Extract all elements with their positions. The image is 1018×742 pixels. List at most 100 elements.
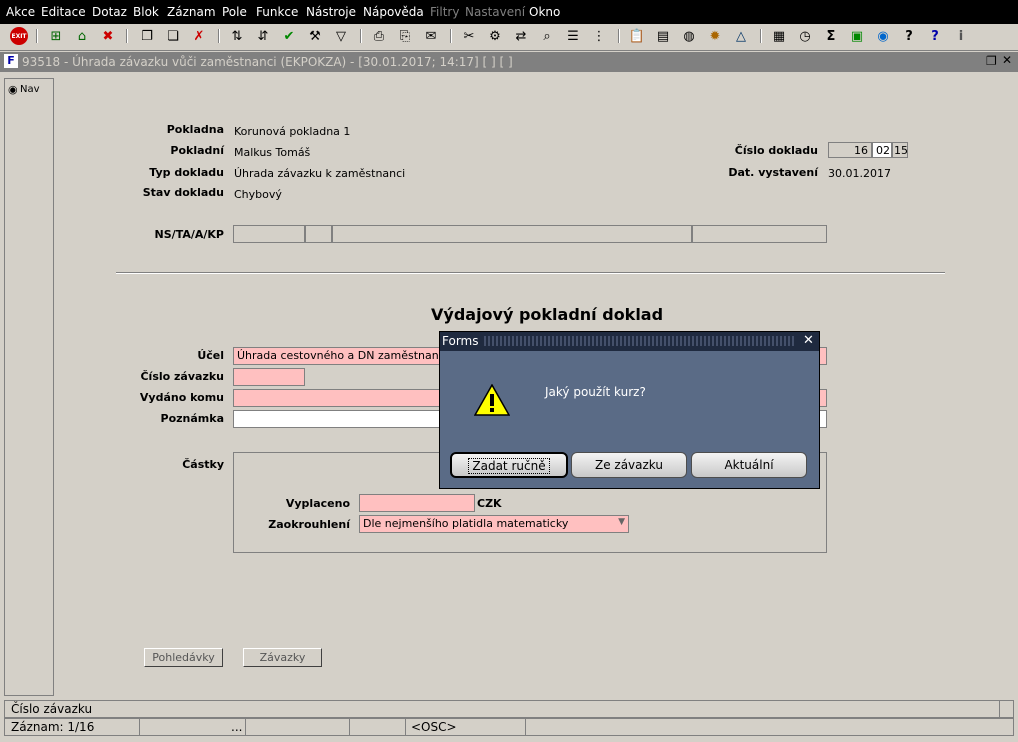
aktualni-button[interactable]: Aktuální [691,452,807,478]
zoom-icon[interactable]: ⌕ [538,27,556,45]
dat-vystaveni-value: 30.01.2017 [828,167,891,180]
cislo-zavazku-field[interactable] [233,368,305,386]
menu-editace[interactable]: Editace [41,5,86,19]
status-divider [405,719,406,735]
chevron-down-icon[interactable]: ▼ [618,517,625,527]
tool-icon[interactable]: ⚙ [486,27,504,45]
info-icon[interactable]: i [952,27,970,45]
menu-dotaz[interactable]: Dotaz [92,5,127,19]
cislo-zavazku-label: Číslo závazku [140,370,224,383]
menu-okno[interactable]: Okno [529,5,560,19]
toolbar-separator [218,29,220,43]
checkmark-icon[interactable]: ✔ [280,27,298,45]
forms-dialog: Forms ✕ Jaký použít kurz? Zadat ručně Ze… [439,331,820,489]
list-icon[interactable]: ☰ [564,27,582,45]
divider [116,272,945,274]
warning-icon [474,384,510,416]
cislo-dokladu-part3[interactable]: 15 [892,142,908,158]
toolbar-separator [126,29,128,43]
castky-label: Částky [182,458,224,471]
menu-akce[interactable]: Akce [6,5,35,19]
pohledavky-button[interactable]: Pohledávky [144,648,223,667]
zaokrouhleni-value: Dle nejmenšího platidla matematicky [363,517,569,530]
sort-asc-icon[interactable]: ⇅ [228,27,246,45]
pokladna-value: Korunová pokladna 1 [234,125,351,138]
status-divider [349,719,350,735]
pokladna-label: Pokladna [166,123,224,136]
export-icon[interactable]: ⇄ [512,27,530,45]
zadat-rucne-button[interactable]: Zadat ručně [450,452,568,478]
menu-blok[interactable]: Blok [133,5,159,19]
delete-record-icon[interactable]: ✖ [99,27,117,45]
close-icon[interactable]: ✕ [803,333,814,348]
typ-value: Úhrada závazku k zaměstnanci [234,167,406,180]
close-window-icon[interactable]: ✕ [1002,53,1012,67]
record-count: Záznam: 1/16 [11,720,95,734]
cislo-dokladu-part1[interactable]: 16 [828,142,872,158]
nav-label[interactable]: Nav [20,84,40,95]
tree-icon[interactable]: ⋮ [590,27,608,45]
form-heading: Výdajový pokladní doklad [431,305,664,324]
status-hint: Číslo závazku [11,702,93,716]
help-icon[interactable]: ? [926,27,944,45]
poznamka-label: Poznámka [160,412,224,425]
help-query-icon[interactable]: ? [900,27,918,45]
window-title: 93518 - Úhrada závazku vůči zaměstnanci … [22,55,513,69]
exit-icon[interactable]: EXIT [10,27,28,45]
zavazky-button[interactable]: Závazky [243,648,322,667]
duplicate-icon[interactable]: ❏ [164,27,182,45]
calendar-icon[interactable]: ▦ [770,27,788,45]
pokladni-value: Malkus Tomáš [234,146,311,159]
save-icon[interactable]: ⌂ [73,27,91,45]
clear-icon[interactable]: ✗ [190,27,208,45]
menu-nastroje[interactable]: Nástroje [306,5,356,19]
sort-desc-icon[interactable]: ⇵ [254,27,272,45]
settings-icon[interactable]: ✹ [706,27,724,45]
restore-icon[interactable]: ❐ [986,54,997,68]
sum-icon[interactable]: Σ [822,27,840,45]
mail-icon[interactable]: ✉ [422,27,440,45]
chart-icon[interactable]: △ [732,27,750,45]
dialog-message: Jaký použít kurz? [545,385,646,399]
globe-icon[interactable]: ◍ [680,27,698,45]
menu-funkce[interactable]: Funkce [256,5,298,19]
clipboard-icon[interactable]: 📋 [628,27,646,45]
print-icon[interactable]: ⎙ [370,27,388,45]
copy-icon[interactable]: ❐ [138,27,156,45]
document-icon[interactable]: ▤ [654,27,672,45]
ta-field[interactable] [305,225,332,243]
status-bar: Záznam: 1/16 ... <OSC> [4,718,1014,736]
menu-pole[interactable]: Pole [222,5,247,19]
ns-label: NS/TA/A/KP [154,228,224,241]
menu-napoveda[interactable]: Nápověda [363,5,424,19]
cut-icon[interactable]: ✂ [460,27,478,45]
toolbar-separator [618,29,620,43]
vyplaceno-label: Vyplaceno [285,497,350,510]
ze-zavazku-button[interactable]: Ze závazku [571,452,687,478]
status-dots: ... [231,720,243,734]
nav-radio-icon[interactable]: ◉ [8,83,18,96]
cislo-dokladu-part2[interactable]: 02 [872,142,892,158]
add-record-icon[interactable]: ⊞ [47,27,65,45]
menu-zaznam[interactable]: Záznam [167,5,216,19]
excel-icon[interactable]: ▣ [848,27,866,45]
cislo-dokladu-label: Číslo dokladu [734,144,818,157]
vyplaceno-field[interactable] [359,494,475,512]
zaokrouhleni-select[interactable]: Dle nejmenšího platidla matematicky ▼ [359,515,629,533]
toolbar-separator [760,29,762,43]
kp-field[interactable] [692,225,827,243]
clock-icon[interactable]: ◷ [796,27,814,45]
web-icon[interactable]: ◉ [874,27,892,45]
a-field[interactable] [332,225,692,243]
nav-panel: ◉ Nav [4,78,54,696]
vydano-komu-label: Vydáno komu [139,391,224,404]
menu-nastaveni: Nastavení [465,5,526,19]
dat-vystaveni-label: Dat. vystavení [728,166,818,179]
zadat-rucne-label: Zadat ručně [468,458,550,474]
filter-icon[interactable]: ▽ [332,27,350,45]
print-preview-icon[interactable]: ⎘ [396,27,414,45]
typ-label: Typ dokladu [149,166,224,179]
currency-label: CZK [477,497,502,510]
ns-field[interactable] [233,225,305,243]
wrench-icon[interactable]: ⚒ [306,27,324,45]
